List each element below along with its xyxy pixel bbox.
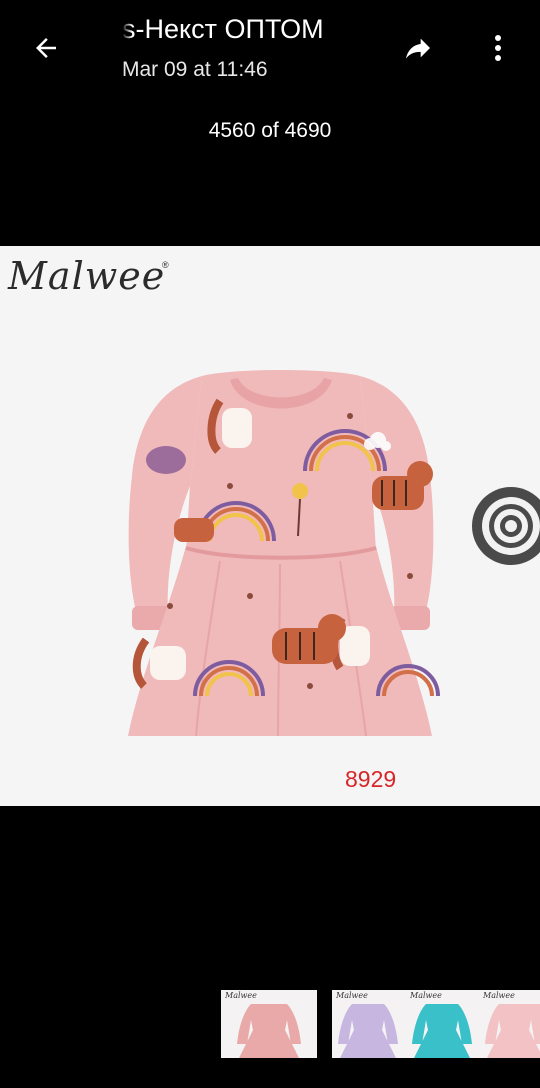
share-button[interactable] [396, 26, 440, 70]
product-photo[interactable]: Malwee ® 8929 [0, 246, 540, 806]
thumbnail-brand: Malwee [225, 991, 257, 1000]
brand-logo: Malwee [8, 254, 166, 298]
chat-title: s-Некст ОПТОМ [122, 14, 324, 44]
share-arrow-icon [406, 38, 430, 59]
arrow-left-icon [36, 38, 56, 58]
thumbnail-brand: Malwee [336, 991, 368, 1000]
thumbnail-brand: Malwee [410, 991, 442, 1000]
lens-target-icon [482, 497, 540, 555]
thumbnail-brand: Malwee [483, 991, 515, 1000]
lens-button[interactable] [472, 487, 540, 565]
top-bar: s-Некст ОПТОМ Mar 09 at 11:46 4560 of 46… [0, 0, 540, 142]
article-number: 8929 [345, 766, 397, 792]
thumbnail-1[interactable]: Malwee [221, 990, 317, 1058]
registered-mark: ® [162, 260, 169, 270]
thumbnail-dress [412, 1004, 472, 1058]
thumbnail-dress [338, 1004, 398, 1058]
more-options-button[interactable] [478, 26, 518, 70]
more-vertical-icon [495, 35, 501, 61]
thumbnail-strip: Malwee Malwee Malwee Malwee [221, 990, 540, 1058]
back-button[interactable] [22, 26, 70, 70]
photo-counter: 4560 of 4690 [208, 119, 332, 142]
dress-illustration [128, 370, 440, 736]
thumbnail-dress [485, 1004, 540, 1058]
thumbnail-dress [237, 1004, 301, 1058]
thumbnail-4[interactable]: Malwee [479, 990, 540, 1058]
message-timestamp: Mar 09 at 11:46 [122, 58, 268, 81]
